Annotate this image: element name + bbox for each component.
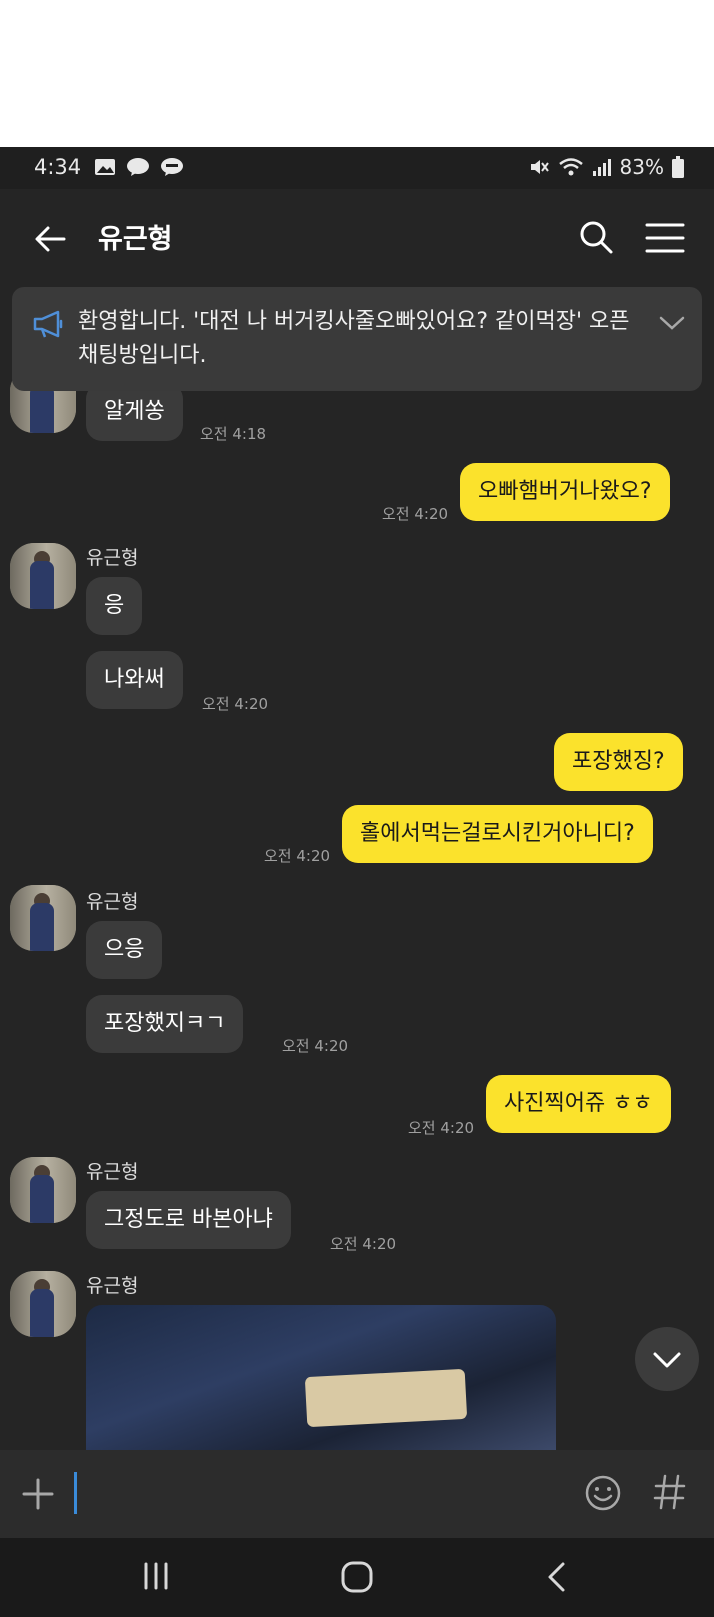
message-bubble[interactable]: 포장했지ㅋㄱ [86, 995, 244, 1053]
message-time: 오전 4:20 [202, 695, 269, 713]
status-right: 83% [528, 155, 684, 179]
message-bubble[interactable]: 나와써 [86, 651, 183, 709]
photo-content [304, 1368, 468, 1428]
avatar-figure [30, 385, 54, 433]
message-bubble[interactable]: 응 [86, 577, 143, 635]
message-time: 오전 4:20 [330, 1235, 397, 1253]
mute-icon [530, 160, 549, 174]
avatar-figure [30, 1289, 54, 1337]
search-icon[interactable] [576, 217, 616, 257]
chat-bubble-icon [127, 158, 149, 176]
avatar-figure [30, 1175, 54, 1223]
chat-title: 유근형 [98, 224, 173, 255]
message-bubble[interactable]: 알게쏭 [86, 383, 183, 441]
message-time: 오전 4:18 [200, 425, 267, 443]
talk-icon [161, 158, 183, 176]
avatar-figure [30, 903, 54, 951]
home-icon[interactable] [340, 1560, 374, 1594]
avatar[interactable] [10, 885, 76, 951]
message-time: 오전 4:20 [382, 505, 449, 523]
chevron-down-icon [653, 1352, 681, 1368]
message-time: 오전 4:20 [282, 1037, 349, 1055]
status-time: 4:34 [34, 155, 82, 179]
plus-icon[interactable] [22, 1478, 54, 1510]
signal-icon [592, 159, 611, 176]
sender-name: 유근형 [86, 1275, 139, 1297]
message-input[interactable] [74, 1472, 77, 1514]
photo-message[interactable] [86, 1305, 556, 1451]
hashtag-icon[interactable] [650, 1470, 690, 1514]
chevron-down-icon[interactable] [658, 313, 686, 333]
message-bubble[interactable]: 오빠햄버거나왔오? [460, 463, 670, 521]
scroll-to-bottom-button[interactable] [635, 1327, 699, 1391]
message-time: 오전 4:20 [264, 847, 331, 865]
menu-icon[interactable] [644, 219, 686, 257]
avatar[interactable] [10, 1271, 76, 1337]
message-bubble[interactable]: 으응 [86, 921, 163, 979]
notification-icons [94, 157, 184, 177]
back-nav-icon[interactable] [544, 1560, 568, 1594]
message-time: 오전 4:20 [408, 1119, 475, 1137]
gallery-icon [95, 159, 115, 175]
avatar-figure [30, 561, 54, 609]
megaphone-icon [33, 310, 63, 338]
avatar[interactable] [10, 543, 76, 609]
chat-header: 유근형 [0, 189, 714, 289]
message-bubble[interactable]: 홀에서먹는걸로시킨거아니디? [342, 805, 653, 863]
phone-screen: 4:34 83% 유근형 환영합니다. '대전 나 버거킹사줄오빠있어요? 같이… [0, 147, 714, 1617]
battery-icon [672, 156, 684, 178]
status-bar: 4:34 83% [0, 147, 714, 189]
emoji-icon[interactable] [584, 1474, 622, 1512]
sender-name: 유근형 [86, 547, 139, 569]
notice-text: 환영합니다. '대전 나 버거킹사줄오빠있어요? 같이먹장' 오픈채팅방입니다. [78, 309, 630, 368]
recent-apps-icon[interactable] [140, 1560, 172, 1592]
back-arrow-icon[interactable] [30, 219, 70, 259]
battery-percent: 83% [619, 155, 664, 179]
message-bubble[interactable]: 포장했징? [554, 733, 683, 791]
message-bubble[interactable]: 그정도로 바본아냐 [86, 1191, 291, 1249]
message-bubble[interactable]: 사진찍어쥬 ㅎㅎ [486, 1075, 671, 1133]
message-input-bar [0, 1450, 714, 1538]
sender-name: 유근형 [86, 1161, 139, 1183]
sender-name: 유근형 [86, 891, 139, 913]
notice-banner[interactable]: 환영합니다. '대전 나 버거킹사줄오빠있어요? 같이먹장' 오픈채팅방입니다. [12, 287, 702, 391]
system-nav-bar [0, 1538, 714, 1617]
avatar[interactable] [10, 1157, 76, 1223]
wifi-icon [558, 158, 583, 176]
